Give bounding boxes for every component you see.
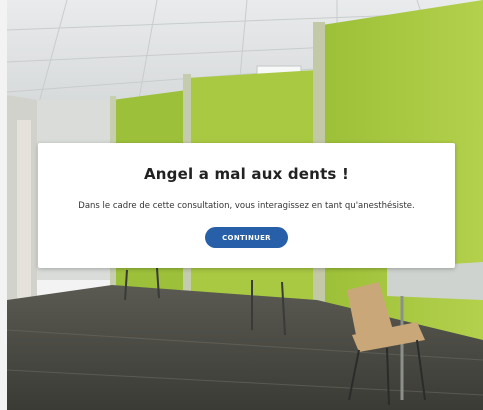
continue-button[interactable]: CONTINUER: [205, 227, 288, 248]
dialog-title: Angel a mal aux dents !: [143, 165, 350, 183]
dialog-description: Dans le cadre de cette consultation, vou…: [78, 201, 415, 211]
intro-dialog: Angel a mal aux dents ! Dans le cadre de…: [38, 143, 455, 268]
